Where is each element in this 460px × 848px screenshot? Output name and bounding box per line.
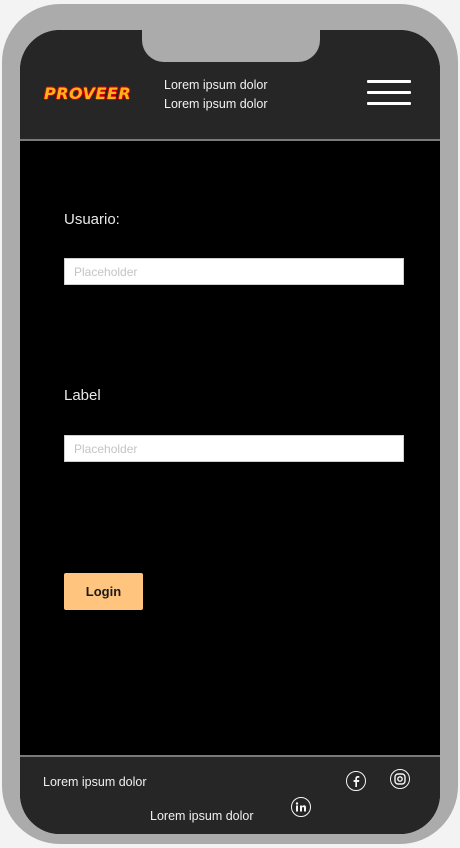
- menu-bar: [367, 91, 411, 94]
- footer-text-1: Lorem ipsum dolor: [43, 775, 147, 789]
- field-2-input[interactable]: [64, 435, 404, 462]
- login-form: Usuario: Label Login: [20, 141, 440, 755]
- phone-frame: PROVEER Lorem ipsum dolor Lorem ipsum do…: [2, 4, 458, 844]
- facebook-icon[interactable]: [346, 771, 366, 791]
- phone-screen: PROVEER Lorem ipsum dolor Lorem ipsum do…: [20, 30, 440, 834]
- username-label: Usuario:: [64, 211, 120, 228]
- linkedin-glyph: [295, 802, 306, 812]
- instagram-glyph: [394, 773, 406, 785]
- linkedin-icon[interactable]: [291, 797, 311, 817]
- instagram-icon[interactable]: [390, 769, 410, 789]
- hamburger-menu-icon[interactable]: [367, 80, 411, 107]
- footer-text-2: Lorem ipsum dolor: [150, 809, 254, 823]
- header-line-2: Lorem ipsum dolor: [164, 97, 268, 111]
- header-text: Lorem ipsum dolor Lorem ipsum dolor: [164, 76, 268, 114]
- field-2-label: Label: [64, 387, 101, 404]
- menu-bar: [367, 102, 411, 105]
- footer-bar: Lorem ipsum dolor Lorem ipsum dolor: [20, 755, 440, 834]
- username-input[interactable]: [64, 258, 404, 285]
- brand-logo[interactable]: PROVEER: [44, 84, 131, 103]
- menu-bar: [367, 80, 411, 83]
- phone-notch: [142, 30, 320, 62]
- header-line-1: Lorem ipsum dolor: [164, 78, 268, 92]
- login-button[interactable]: Login: [64, 573, 143, 610]
- facebook-glyph: [353, 776, 360, 787]
